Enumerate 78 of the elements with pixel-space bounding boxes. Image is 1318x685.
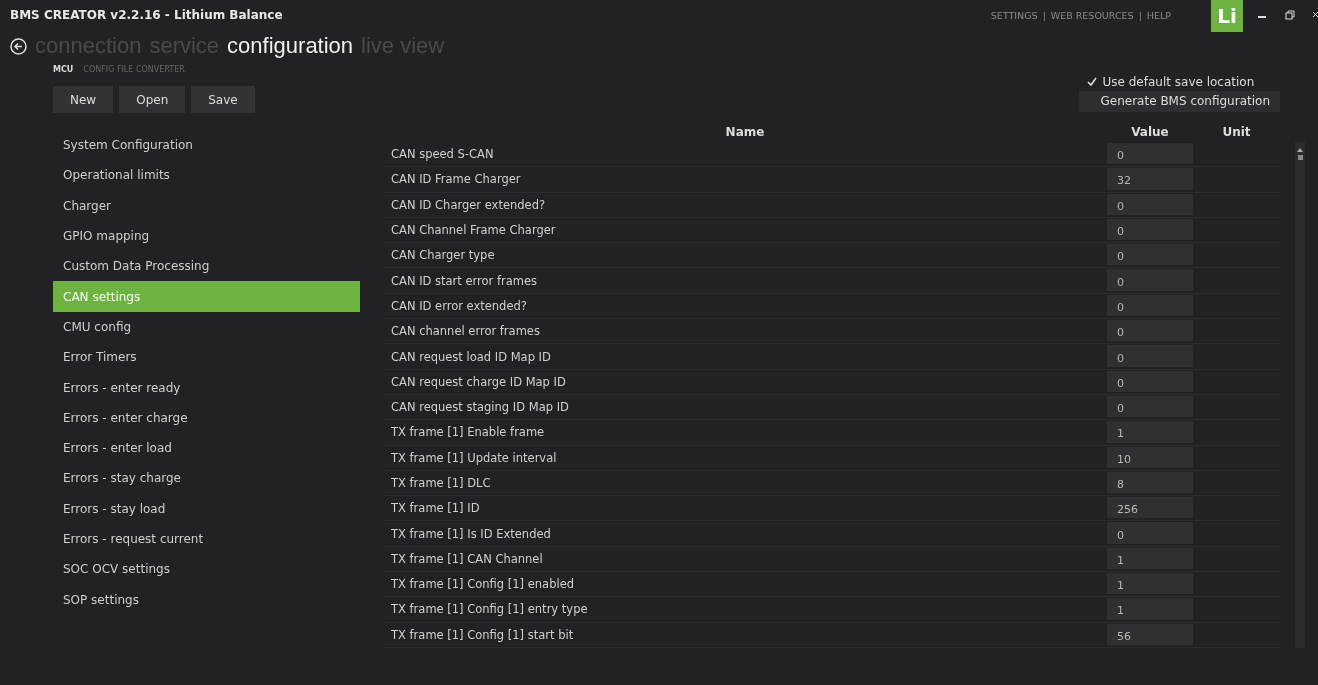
setting-name: CAN Charger type xyxy=(390,247,496,265)
value-field[interactable]: 0 xyxy=(1107,193,1193,215)
value-field[interactable]: 0 xyxy=(1107,244,1193,266)
value-field[interactable]: 0 xyxy=(1107,269,1193,291)
top-link[interactable]: HELP xyxy=(1146,9,1171,21)
link-separator: | xyxy=(1042,9,1046,21)
sidebar-item[interactable]: Errors - enter charge xyxy=(53,402,360,433)
value-field[interactable]: 1 xyxy=(1107,421,1193,443)
value-field[interactable]: 0 xyxy=(1107,395,1193,418)
column-header: Name xyxy=(724,125,766,139)
column-header: Unit xyxy=(1221,125,1252,139)
value-field[interactable]: 0 xyxy=(1107,143,1193,165)
setting-name: CAN channel error frames xyxy=(390,323,541,341)
nav-tab[interactable]: configuration xyxy=(227,33,354,59)
setting-name: CAN speed S-CAN xyxy=(390,146,495,164)
sidebar-item[interactable]: Operational limits xyxy=(53,160,360,191)
value-field[interactable]: 0 xyxy=(1107,522,1193,544)
setting-name: TX frame [1] Update interval xyxy=(390,449,558,467)
default-save-checkbox[interactable]: Use default save location xyxy=(1078,73,1255,91)
setting-name: TX frame [1] Config [1] enabled xyxy=(390,576,576,594)
sidebar-item[interactable]: Errors - stay load xyxy=(53,493,360,524)
value-field[interactable]: 0 xyxy=(1107,294,1193,317)
setting-name: TX frame [1] CAN Channel xyxy=(390,550,544,568)
setting-name: CAN ID error extended? xyxy=(390,297,528,315)
value-field[interactable]: 0 xyxy=(1107,345,1193,367)
value-field[interactable]: 0 xyxy=(1107,320,1193,342)
setting-name: CAN request charge ID Map ID xyxy=(390,373,567,391)
logo: Li xyxy=(1211,0,1243,32)
sidebar-item[interactable]: Errors - stay charge xyxy=(53,463,360,494)
window-title: BMS CREATOR v2.2.16 - Lithium Balance xyxy=(10,8,284,22)
value-field[interactable]: 32 xyxy=(1107,168,1193,190)
setting-name: CAN Channel Frame Charger xyxy=(390,222,557,240)
setting-name: CAN ID Charger extended? xyxy=(390,196,547,214)
setting-name: CAN ID start error frames xyxy=(390,272,539,290)
value-field[interactable]: 0 xyxy=(1107,218,1193,241)
setting-name: CAN ID Frame Charger xyxy=(390,171,522,189)
setting-name: TX frame [1] Is ID Extended xyxy=(390,525,552,543)
top-link[interactable]: SETTINGS xyxy=(990,9,1038,21)
value-field[interactable]: 0 xyxy=(1107,370,1193,392)
column-header: Value xyxy=(1130,125,1170,139)
value-field[interactable]: 1 xyxy=(1107,598,1193,620)
back-icon[interactable] xyxy=(10,37,27,55)
top-link[interactable]: WEB RESOURCES xyxy=(1050,9,1134,21)
sidebar-item[interactable]: System Configuration xyxy=(53,130,360,161)
toolbar-button[interactable]: Save xyxy=(191,86,255,113)
sidebar-item[interactable]: Custom Data Processing xyxy=(53,251,360,282)
setting-name: TX frame [1] DLC xyxy=(390,475,492,492)
sidebar-item[interactable]: Errors - enter load xyxy=(53,432,360,464)
setting-name: CAN request load ID Map ID xyxy=(390,348,552,366)
setting-name: TX frame [1] Config [1] start bit xyxy=(390,626,575,644)
value-field[interactable]: 1 xyxy=(1107,573,1193,595)
subnav-tab[interactable]: MCU xyxy=(53,64,74,74)
setting-name: CAN request staging ID Map ID xyxy=(390,399,570,417)
generate-button[interactable]: Generate BMS configuration xyxy=(1078,91,1280,112)
value-field[interactable]: 56 xyxy=(1107,623,1193,645)
link-separator: | xyxy=(1138,9,1142,21)
sidebar-item[interactable]: Errors - request current xyxy=(53,523,360,555)
sidebar-item[interactable]: SOC OCV settings xyxy=(53,554,360,585)
setting-name: TX frame [1] ID xyxy=(390,500,481,518)
setting-name: TX frame [1] Config [1] entry type xyxy=(390,601,589,619)
restore-icon[interactable] xyxy=(1285,10,1295,20)
sidebar-item[interactable]: GPIO mapping xyxy=(53,220,360,252)
sidebar-item[interactable]: Error Timers xyxy=(53,342,360,373)
scroll-thumb[interactable] xyxy=(1297,155,1303,160)
scrollbar[interactable] xyxy=(1295,142,1305,648)
toolbar-button[interactable]: New xyxy=(53,86,114,113)
scroll-up-icon[interactable] xyxy=(1297,148,1303,152)
value-field[interactable]: 8 xyxy=(1107,471,1193,494)
close-icon[interactable] xyxy=(1313,10,1318,20)
sidebar-item[interactable]: CMU config xyxy=(53,311,360,343)
toolbar-button[interactable]: Open xyxy=(119,86,186,113)
value-field[interactable]: 1 xyxy=(1107,547,1193,570)
value-field[interactable]: 256 xyxy=(1107,497,1193,519)
setting-name: TX frame [1] Enable frame xyxy=(390,424,546,442)
sidebar-item[interactable]: Charger xyxy=(53,190,360,221)
value-field[interactable]: 10 xyxy=(1107,446,1193,468)
sidebar-item[interactable]: Errors - enter ready xyxy=(53,372,360,403)
sidebar-item[interactable]: SOP settings xyxy=(53,584,360,615)
